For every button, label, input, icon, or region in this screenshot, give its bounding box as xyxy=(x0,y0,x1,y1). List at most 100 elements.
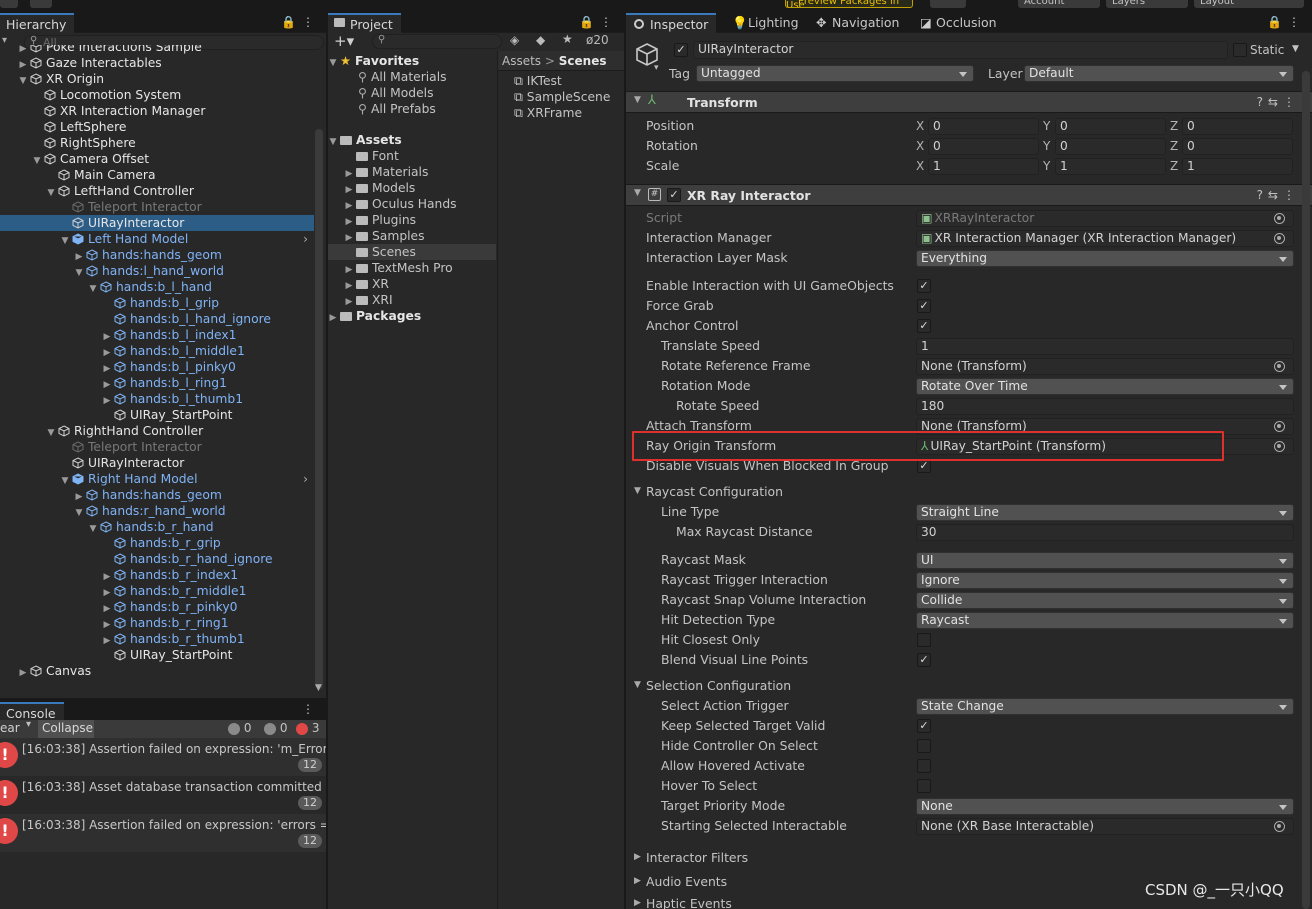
assets-section[interactable]: ▼ Assets xyxy=(328,132,496,148)
hierarchy-item[interactable]: hands:b_r_hand_ignore xyxy=(0,551,314,567)
transform-header[interactable]: ▼ ⅄ Transform ?⇆⋮ xyxy=(626,91,1312,113)
rotation-mode-field[interactable]: Rotate Over Time xyxy=(916,378,1294,395)
hierarchy-item[interactable]: ▶ Gaze Interactables xyxy=(0,55,314,71)
foldout-arrow-icon[interactable]: ▶ xyxy=(634,852,641,862)
anchor-control-checkbox[interactable]: ✓ xyxy=(917,319,931,333)
transform-scale-y-field[interactable]: 1 xyxy=(1055,158,1166,175)
project-search-input[interactable]: ⚲ xyxy=(372,34,502,49)
hierarchy-item[interactable]: ▶ hands:b_l_middle1 xyxy=(0,343,314,359)
disable-visuals-checkbox[interactable]: ✓ xyxy=(917,459,931,473)
open-prefab-chevron-icon[interactable]: › xyxy=(303,471,308,487)
hierarchy-item[interactable]: ▶ hands:hands_geom xyxy=(0,247,314,263)
hierarchy-item[interactable]: UIRay_StartPoint xyxy=(0,647,314,663)
asset-folder[interactable]: ▶ Models xyxy=(328,180,496,196)
icon-dropdown-icon[interactable]: ▾ xyxy=(654,63,659,73)
hierarchy-item[interactable]: Teleport Interactor xyxy=(0,199,314,215)
keep-selected-target-valid-checkbox[interactable]: ✓ xyxy=(917,719,931,733)
layers-dropdown[interactable]: Layers xyxy=(1106,0,1188,8)
add-button[interactable]: +▾ xyxy=(334,32,354,50)
hierarchy-item[interactable]: hands:b_r_grip xyxy=(0,535,314,551)
hierarchy-item[interactable]: ▶ hands:b_r_index1 xyxy=(0,567,314,583)
hierarchy-item[interactable]: UIRay_StartPoint xyxy=(0,407,314,423)
select-action-trigger-field[interactable]: State Change xyxy=(916,698,1294,715)
hit-closest-only-checkbox[interactable] xyxy=(917,633,931,647)
clear-button[interactable]: ear xyxy=(0,721,20,735)
cloud-button[interactable] xyxy=(930,0,966,8)
hierarchy-item[interactable]: ▶ hands:b_l_thumb1 xyxy=(0,391,314,407)
error-toggle[interactable]: 3 xyxy=(296,721,319,735)
breadcrumb-assets[interactable]: Assets xyxy=(502,54,541,68)
hierarchy-item[interactable]: ▼ hands:b_r_hand xyxy=(0,519,314,535)
search-by-type-icon[interactable]: ◈ xyxy=(510,33,519,47)
foldout-arrow-icon[interactable]: ▶ xyxy=(634,876,641,886)
target-priority-mode-field[interactable]: None xyxy=(916,798,1294,815)
force-grab-checkbox[interactable]: ✓ xyxy=(917,299,931,313)
object-picker-icon[interactable] xyxy=(1274,213,1285,224)
asset-folder[interactable]: Font xyxy=(328,148,496,164)
tab-lighting[interactable]: 💡 Lighting xyxy=(730,15,799,33)
hide-controller-on-select-checkbox[interactable] xyxy=(917,739,931,753)
hierarchy-item[interactable]: ▶ hands:b_r_middle1 xyxy=(0,583,314,599)
component-menu-icons[interactable]: ?⇆⋮ xyxy=(1257,188,1300,202)
object-picker-icon[interactable] xyxy=(1274,233,1285,244)
scene-file[interactable]: ⧉ XRFrame xyxy=(498,105,624,121)
hierarchy-scrollbar[interactable] xyxy=(315,129,323,689)
object-picker-icon[interactable] xyxy=(1274,421,1285,432)
component-enabled-checkbox[interactable]: ✓ xyxy=(667,188,681,202)
asset-folder[interactable]: ▶ Samples xyxy=(328,228,496,244)
hierarchy-item[interactable]: ▼ LeftHand Controller xyxy=(0,183,314,199)
component-menu-icons[interactable]: ?⇆⋮ xyxy=(1257,95,1300,109)
hierarchy-item[interactable]: ▼ XR Origin xyxy=(0,71,314,87)
favorite-item[interactable]: ⚲ All Models xyxy=(328,85,496,101)
asset-folder[interactable]: ▶ TextMesh Pro xyxy=(328,260,496,276)
account-dropdown[interactable]: Account xyxy=(1018,0,1100,8)
favorite-star-icon[interactable]: ★ xyxy=(562,32,573,46)
translate-speed-field[interactable]: 1 xyxy=(916,338,1294,355)
asset-folder[interactable]: Scenes xyxy=(328,244,496,260)
search-by-label-icon[interactable]: ◆ xyxy=(536,33,545,47)
hover-to-select-checkbox[interactable] xyxy=(917,779,931,793)
asset-folder[interactable]: ▶ Plugins xyxy=(328,212,496,228)
breadcrumb-scenes[interactable]: Scenes xyxy=(559,54,607,68)
transform-rotation-z-field[interactable]: 0 xyxy=(1182,138,1293,155)
asset-folder[interactable]: ▶ XRI xyxy=(328,292,496,308)
line-type-field[interactable]: Straight Line xyxy=(916,504,1294,521)
transform-position-x-field[interactable]: 0 xyxy=(928,118,1039,135)
console-menu-icon[interactable]: ⋮ xyxy=(302,702,320,716)
ray-interactor-header[interactable]: ▼ # ✓ XR Ray Interactor ?⇆⋮ xyxy=(626,184,1312,206)
static-dropdown-icon[interactable]: ▼ xyxy=(1292,44,1299,54)
play-button[interactable] xyxy=(0,0,18,8)
favorite-item[interactable]: ⚲ All Materials xyxy=(328,69,496,85)
hierarchy-item[interactable]: ▼ hands:l_hand_world xyxy=(0,263,314,279)
active-checkbox[interactable]: ✓ xyxy=(674,43,688,57)
transform-position-y-field[interactable]: 0 xyxy=(1055,118,1166,135)
interaction-layer-mask-field[interactable]: Everything xyxy=(916,250,1294,267)
hierarchy-item[interactable]: ▼ Camera Offset xyxy=(0,151,314,167)
tab-project[interactable]: Project xyxy=(328,13,401,33)
packages-section[interactable]: ▶ Packages xyxy=(328,308,496,324)
starting-selected-interactable-field[interactable]: None (XR Base Interactable) xyxy=(916,818,1294,835)
scene-file[interactable]: ⧉ SampleScene xyxy=(498,89,624,105)
favorite-item[interactable]: ⚲ All Prefabs xyxy=(328,101,496,117)
tab-hierarchy[interactable]: Hierarchy xyxy=(0,13,75,33)
raycast-snap-volume-field[interactable]: Collide xyxy=(916,592,1294,609)
hit-detection-type-field[interactable]: Raycast xyxy=(916,612,1294,629)
foldout-arrow-icon[interactable]: ▼ xyxy=(634,486,641,496)
hierarchy-item[interactable]: XR Interaction Manager xyxy=(0,103,314,119)
enable-ui-interaction-checkbox[interactable]: ✓ xyxy=(917,279,931,293)
hierarchy-item[interactable]: ▶ Poke Interactions Sample xyxy=(0,45,314,55)
transform-scale-x-field[interactable]: 1 xyxy=(928,158,1039,175)
hierarchy-item[interactable]: Teleport Interactor xyxy=(0,439,314,455)
static-checkbox[interactable] xyxy=(1233,43,1247,57)
open-prefab-chevron-icon[interactable]: › xyxy=(303,231,308,247)
warning-toggle[interactable]: 0 xyxy=(264,721,287,735)
hierarchy-item[interactable]: ▼ hands:b_l_hand xyxy=(0,279,314,295)
transform-scale-z-field[interactable]: 1 xyxy=(1182,158,1293,175)
asset-folder[interactable]: ▶ XR xyxy=(328,276,496,292)
console-message[interactable]: ! [16:03:38] Asset database transaction … xyxy=(0,776,326,814)
info-toggle[interactable]: 0 xyxy=(228,721,251,735)
preview-packages-badge[interactable]: Preview Packages in Use xyxy=(785,0,913,8)
object-name-field[interactable]: UIRayInteractor xyxy=(693,41,1228,59)
object-picker-icon[interactable] xyxy=(1274,821,1285,832)
hierarchy-item[interactable]: ▶ hands:b_l_index1 xyxy=(0,327,314,343)
